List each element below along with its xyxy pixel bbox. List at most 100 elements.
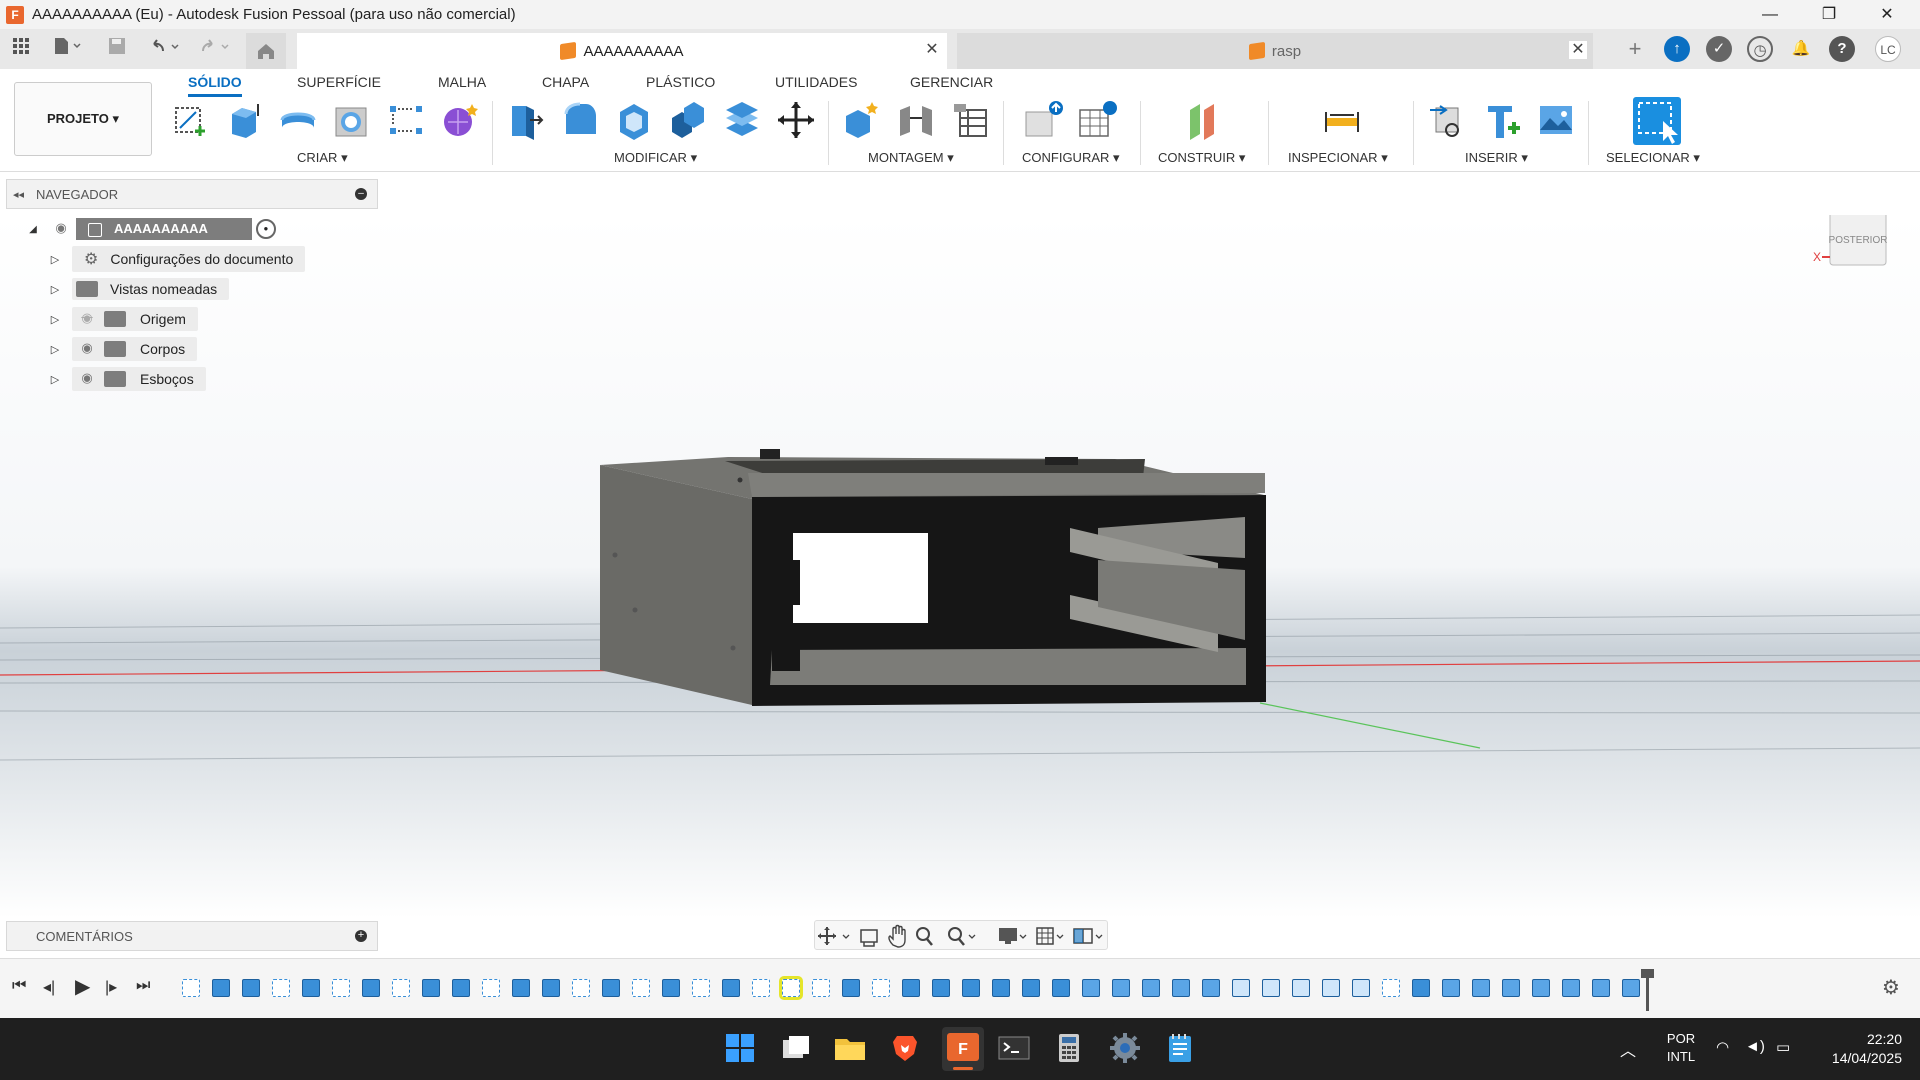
timeline-feature-solid-icon[interactable] (302, 979, 320, 997)
expand-triangle-icon[interactable]: ▷ (48, 343, 62, 356)
tab-rasp[interactable]: rasp ✕ (957, 33, 1593, 69)
file-menu-icon[interactable] (50, 37, 86, 61)
extrude-icon[interactable] (224, 100, 264, 140)
tree-item-label[interactable]: ◉ Esboços (72, 367, 206, 391)
group-modificar[interactable]: MODIFICAR ▾ (614, 150, 697, 166)
apps-grid-icon[interactable] (10, 37, 32, 61)
move-copy-icon[interactable] (776, 100, 816, 140)
timeline-feature-solid-icon[interactable] (902, 979, 920, 997)
select-icon[interactable] (1633, 97, 1681, 145)
timeline-feature-plane-icon[interactable] (1562, 979, 1580, 997)
timeline-feature-sketch-icon[interactable] (182, 979, 200, 997)
wifi-icon[interactable]: ◠ (1716, 1038, 1729, 1056)
create-form-icon[interactable] (440, 100, 480, 140)
measure-icon[interactable] (1322, 100, 1362, 140)
pattern-icon[interactable] (386, 100, 426, 140)
expand-panel-icon[interactable]: + (355, 930, 367, 942)
timeline-feature-solid-icon[interactable] (932, 979, 950, 997)
press-pull-icon[interactable] (506, 100, 546, 140)
insert-mcmaster-icon[interactable] (1482, 100, 1522, 140)
timeline-feature-solid-icon[interactable] (962, 979, 980, 997)
design-viewport[interactable]: POSTERIOR Z X (0, 215, 1920, 918)
help-icon[interactable]: ? (1829, 36, 1855, 62)
timeline-feature-fillet-icon[interactable] (1322, 979, 1340, 997)
revolve-icon[interactable] (278, 100, 318, 140)
insert-canvas-icon[interactable] (1536, 100, 1576, 140)
offset-face-icon[interactable] (722, 100, 762, 140)
timeline-feature-plane-icon[interactable] (1532, 979, 1550, 997)
orbit-icon[interactable] (818, 927, 850, 945)
go-to-end-icon[interactable]: ⏭ (136, 977, 150, 995)
timeline-feature-solid-icon[interactable] (842, 979, 860, 997)
timeline-feature-plane-icon[interactable] (1082, 979, 1100, 997)
windows-start-icon[interactable] (723, 1031, 757, 1065)
eye-icon[interactable]: ◉ (76, 340, 98, 358)
group-montagem[interactable]: MONTAGEM ▾ (868, 150, 954, 166)
timeline-feature-solid-icon[interactable] (242, 979, 260, 997)
user-avatar[interactable]: LC (1875, 36, 1901, 62)
bill-of-materials-icon[interactable] (950, 100, 990, 140)
group-criar[interactable]: CRIAR ▾ (297, 150, 348, 166)
go-to-start-icon[interactable]: ⏮ (12, 977, 26, 995)
play-icon[interactable]: ▶ (75, 974, 90, 999)
tree-item-named-views[interactable]: ▷ Vistas nomeadas (48, 277, 230, 301)
timeline-feature-solid-icon[interactable] (362, 979, 380, 997)
shell-icon[interactable] (614, 100, 654, 140)
create-sketch-icon[interactable] (170, 100, 210, 140)
enclosure-model[interactable] (600, 449, 1266, 706)
fillet-icon[interactable] (560, 100, 600, 140)
look-at-icon[interactable] (860, 929, 878, 947)
tree-root[interactable]: ◢ ◉ AAAAAAAAAA ● (26, 217, 276, 241)
timeline-feature-plane-icon[interactable] (1472, 979, 1490, 997)
activate-radio-icon[interactable]: ● (255, 219, 276, 239)
comments-panel[interactable]: COMENTÁRIOS + (6, 921, 378, 951)
joint-icon[interactable] (896, 100, 936, 140)
timeline-feature-plane-icon[interactable] (1142, 979, 1160, 997)
tree-item-origem[interactable]: ▷ ◉ Origem (48, 307, 198, 331)
close-tab-icon[interactable]: ✕ (1569, 41, 1587, 59)
timeline-marker-handle[interactable] (1641, 969, 1654, 978)
timeline-feature-solid-icon[interactable] (542, 979, 560, 997)
settings-gear-icon[interactable] (1108, 1031, 1142, 1065)
minimize-panel-icon[interactable]: – (355, 188, 367, 200)
clock-icon[interactable]: ◷ (1747, 36, 1773, 62)
timeline-feature-solid-icon[interactable] (1052, 979, 1070, 997)
step-forward-icon[interactable]: |▸ (105, 977, 117, 997)
task-view-icon[interactable] (779, 1031, 813, 1065)
timeline-feature-fillet-icon[interactable] (1352, 979, 1370, 997)
minimize-button[interactable]: — (1743, 0, 1797, 29)
timeline-settings-gear-icon[interactable]: ⚙ (1882, 975, 1900, 1000)
timeline-feature-solid-icon[interactable] (422, 979, 440, 997)
display-settings-icon[interactable] (999, 928, 1027, 944)
timeline-feature-solid-icon[interactable] (992, 979, 1010, 997)
zoom-icon[interactable] (916, 927, 933, 946)
timeline-feature-solid-icon[interactable] (1412, 979, 1430, 997)
expand-triangle-icon[interactable]: ◢ (26, 224, 40, 235)
eye-hidden-icon[interactable]: ◉ (76, 310, 98, 328)
system-clock[interactable]: 22:20 14/04/2025 (1810, 1030, 1910, 1068)
tab-superficie[interactable]: SUPERFÍCIE (297, 74, 381, 90)
input-language[interactable]: POR INTL (1660, 1030, 1702, 1066)
tree-item-label[interactable]: ◉ Origem (72, 307, 198, 331)
tree-item-esbocos[interactable]: ▷ ◉ Esboços (48, 367, 206, 391)
timeline-feature-plane-icon[interactable] (1442, 979, 1460, 997)
timeline-feature-fillet-icon[interactable] (1232, 979, 1250, 997)
configure-icon[interactable] (1024, 100, 1064, 140)
timeline-feature-plane-icon[interactable] (1172, 979, 1190, 997)
timeline-feature-sketch-icon[interactable] (632, 979, 650, 997)
undo-icon[interactable] (146, 37, 186, 61)
pan-hand-icon[interactable] (888, 924, 906, 948)
tab-plastico[interactable]: PLÁSTICO (646, 74, 715, 90)
timeline-feature-solid-icon[interactable] (602, 979, 620, 997)
file-explorer-icon[interactable] (833, 1031, 867, 1065)
timeline-feature-sketch-icon[interactable] (752, 979, 770, 997)
close-tab-icon[interactable]: ✕ (923, 41, 941, 59)
expand-triangle-icon[interactable]: ▷ (48, 283, 62, 296)
timeline-feature-solid-icon[interactable] (722, 979, 740, 997)
navigator-panel[interactable]: ◂◂ NAVEGADOR – (6, 179, 378, 209)
extensions-icon[interactable]: ↑ (1664, 36, 1690, 62)
expand-triangle-icon[interactable]: ▷ (48, 313, 62, 326)
eye-icon[interactable]: ◉ (50, 220, 72, 238)
new-tab-button[interactable]: + (1622, 36, 1648, 62)
calculator-icon[interactable] (1052, 1031, 1086, 1065)
